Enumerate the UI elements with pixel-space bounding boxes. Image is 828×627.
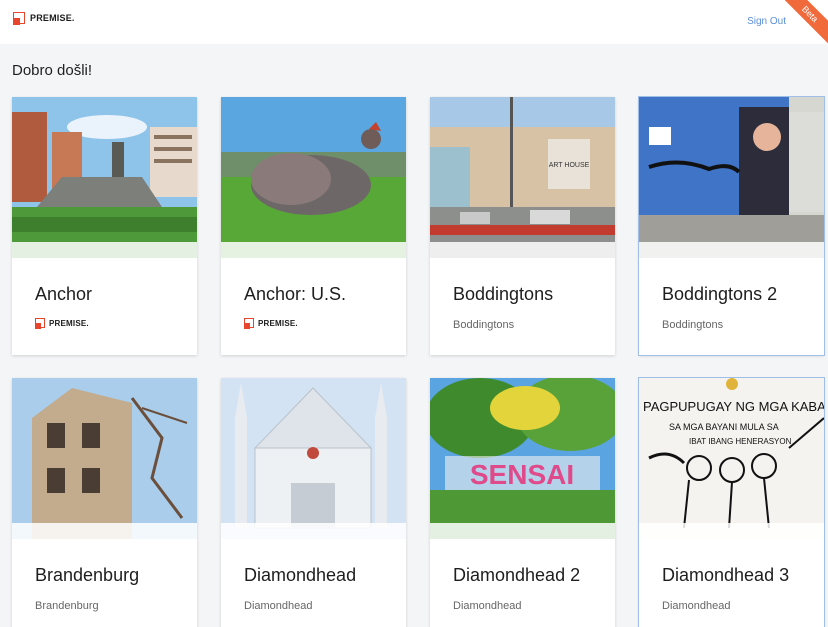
campaign-card-boddingtons-2[interactable]: Boddingtons 2 Boddingtons [638, 96, 825, 356]
card-subtitle: Boddingtons [662, 319, 724, 331]
tribute-line-3-text: IBAT IBANG HENERASYON [689, 437, 792, 446]
tribute-heading-text: PAGPUPUGAY NG MGA KABATAA [643, 399, 824, 414]
card-subtitle: Boddingtons [453, 319, 515, 331]
premise-logo[interactable]: PREMISE. [12, 12, 75, 25]
card-subtitle: Diamondhead [244, 600, 313, 612]
card-image-boddingtons: ART HOUSE [430, 97, 615, 258]
premise-logo-icon [34, 318, 45, 329]
card-image-boddingtons-2 [639, 97, 824, 258]
card-title: Brandenburg [35, 565, 140, 585]
card-image-diamondhead-2: SENSAI [430, 378, 615, 539]
card-brand-text: PREMISE. [49, 318, 89, 328]
campaign-card-anchor-us[interactable]: Anchor: U.S. PREMISE. [221, 97, 406, 355]
mall-sign-text: ART HOUSE [549, 162, 590, 169]
card-title: Diamondhead [244, 565, 357, 585]
card-subtitle: Diamondhead [453, 600, 522, 612]
campaign-card-anchor[interactable]: Anchor PREMISE. [12, 97, 197, 355]
card-title: Diamondhead 3 [662, 565, 790, 585]
card-brand-text: PREMISE. [258, 318, 298, 328]
card-image-diamondhead-3: PAGPUPUGAY NG MGA KABATAA SA MGA BAYANI … [639, 378, 824, 539]
logo-text: PREMISE. [30, 13, 75, 23]
card-subtitle: Brandenburg [35, 600, 99, 612]
card-title: Anchor: U.S. [244, 284, 347, 304]
sign-out-link[interactable]: Sign Out [747, 16, 786, 27]
premise-logo-icon [12, 12, 25, 25]
campaign-card-diamondhead-3[interactable]: PAGPUPUGAY NG MGA KABATAA SA MGA BAYANI … [638, 377, 825, 627]
top-bar: PREMISE. Sign Out Beta [0, 0, 828, 44]
card-subtitle: Diamondhead [662, 600, 731, 612]
welcome-heading: Dobro došli! [12, 62, 93, 79]
campaign-card-diamondhead[interactable]: Diamondhead Diamondhead [221, 378, 406, 627]
card-title: Diamondhead 2 [453, 565, 581, 585]
card-brand: PREMISE. [243, 318, 298, 329]
sensai-sign-text: SENSAI [470, 459, 574, 490]
card-title: Anchor [35, 284, 93, 304]
card-brand: PREMISE. [34, 318, 89, 329]
tribute-line-2-text: SA MGA BAYANI MULA SA [669, 422, 779, 432]
card-image-brandenburg [12, 378, 197, 539]
campaign-card-brandenburg[interactable]: Brandenburg Brandenburg [12, 378, 197, 627]
premise-logo-icon [243, 318, 254, 329]
card-title: Boddingtons [453, 284, 554, 304]
campaign-card-diamondhead-2[interactable]: SENSAI Diamondhead 2 Diamondhead [430, 378, 615, 627]
card-title: Boddingtons 2 [662, 284, 778, 304]
card-image-anchor-us [221, 97, 406, 258]
card-image-diamondhead [221, 378, 406, 539]
card-image-anchor [12, 97, 197, 258]
campaign-card-boddingtons[interactable]: ART HOUSE Boddingtons Boddingtons [430, 97, 615, 355]
